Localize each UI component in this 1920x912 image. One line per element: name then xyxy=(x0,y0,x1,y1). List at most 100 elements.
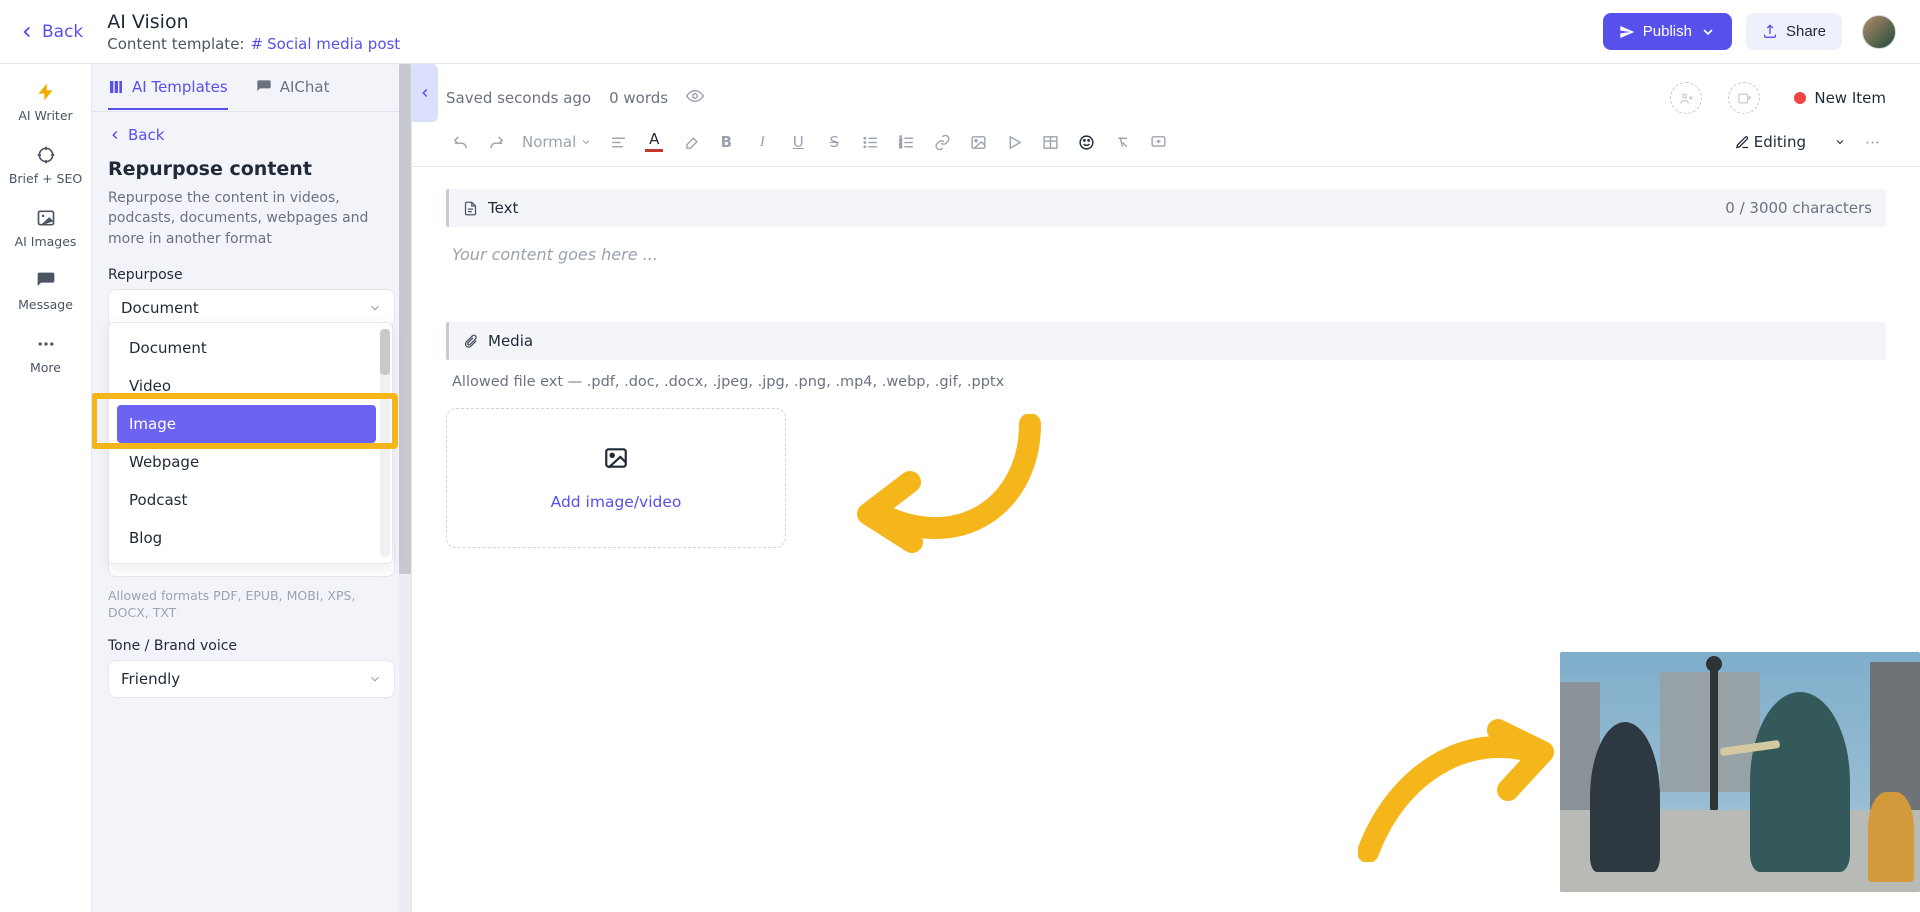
rail-brief-seo[interactable]: Brief + SEO xyxy=(0,145,91,186)
collapse-panel-handle[interactable] xyxy=(412,64,438,122)
number-list-icon: 123 xyxy=(898,134,915,151)
clear-format-button[interactable] xyxy=(1108,128,1136,156)
tab-ai-chat[interactable]: AIChat xyxy=(256,66,330,110)
template-label: Content template: xyxy=(107,35,244,53)
emoji-button[interactable] xyxy=(1072,128,1100,156)
text-color-button[interactable]: A xyxy=(640,128,668,156)
example-thumbnail xyxy=(1560,652,1920,892)
chevron-down-icon xyxy=(580,136,592,148)
title-block: AI Vision Content template: # Social med… xyxy=(107,11,400,53)
back-label: Back xyxy=(42,22,83,42)
rail-ai-writer[interactable]: AI Writer xyxy=(0,82,91,123)
share-button[interactable]: Share xyxy=(1746,13,1842,50)
text-block: Text 0 / 3000 characters Your content go… xyxy=(446,189,1886,282)
table-icon xyxy=(1042,134,1059,151)
chat-icon xyxy=(36,271,56,291)
publish-button[interactable]: Publish xyxy=(1603,13,1732,50)
avatar[interactable] xyxy=(1862,15,1896,49)
template-link[interactable]: # Social media post xyxy=(250,35,400,53)
user-plus-icon xyxy=(1679,91,1694,106)
strikethrough-button[interactable]: S xyxy=(820,128,848,156)
emoji-icon xyxy=(1078,134,1095,151)
redo-icon xyxy=(488,134,505,151)
bold-button[interactable]: B xyxy=(712,128,740,156)
video-button[interactable] xyxy=(1000,128,1028,156)
media-block-title: Media xyxy=(488,332,533,350)
status-dot-icon xyxy=(1794,92,1806,104)
panel-heading: Repurpose content xyxy=(108,158,395,180)
new-item-status[interactable]: New Item xyxy=(1794,89,1886,107)
back-button[interactable]: Back xyxy=(18,22,83,42)
undo-button[interactable] xyxy=(446,128,474,156)
overflow-menu-button[interactable] xyxy=(1858,128,1886,156)
allowed-formats-note: Allowed formats PDF, EPUB, MOBI, XPS, DO… xyxy=(108,587,395,622)
dropdown-option-video[interactable]: Video xyxy=(117,367,376,405)
image-icon xyxy=(970,134,987,151)
repurpose-label: Repurpose xyxy=(108,267,395,283)
text-block-title: Text xyxy=(488,199,518,217)
image-icon xyxy=(603,445,629,471)
rail-ai-images[interactable]: AI Images xyxy=(0,208,91,249)
file-text-icon xyxy=(463,201,478,216)
link-button[interactable] xyxy=(928,128,956,156)
rail-more[interactable]: More xyxy=(0,334,91,375)
panel-scrollbar[interactable] xyxy=(399,64,411,912)
tone-select[interactable]: Friendly xyxy=(108,660,395,698)
editor-toolbar: Normal A B I U S 123 Editing xyxy=(412,124,1920,167)
target-icon xyxy=(36,145,56,165)
send-icon xyxy=(1619,24,1635,40)
dots-icon xyxy=(36,334,56,354)
chevron-down-icon xyxy=(1834,136,1846,148)
paragraph-style-select[interactable]: Normal xyxy=(518,133,596,151)
text-content-input[interactable]: Your content goes here ... xyxy=(446,227,1886,282)
dropdown-option-document[interactable]: Document xyxy=(117,329,376,367)
highlight-button[interactable] xyxy=(676,128,704,156)
preview-button[interactable] xyxy=(686,87,704,109)
highlighter-icon xyxy=(682,134,699,151)
chevron-down-icon xyxy=(368,672,382,686)
dropdown-option-podcast[interactable]: Podcast xyxy=(117,481,376,519)
upload-icon xyxy=(1762,24,1778,40)
number-list-button[interactable]: 123 xyxy=(892,128,920,156)
image-icon xyxy=(36,208,56,228)
dropdown-scrollbar[interactable] xyxy=(380,329,390,557)
table-button[interactable] xyxy=(1036,128,1064,156)
panel-back-button[interactable]: Back xyxy=(108,126,395,144)
italic-button[interactable]: I xyxy=(748,128,776,156)
hash-icon: # xyxy=(250,35,263,53)
comment-button[interactable] xyxy=(1144,128,1172,156)
redo-button[interactable] xyxy=(482,128,510,156)
chat-bubble-icon xyxy=(256,79,272,95)
add-collaborator-button[interactable] xyxy=(1670,82,1702,114)
ai-panel: AI Templates AIChat Back Repurpose conte… xyxy=(92,64,412,912)
tab-ai-templates[interactable]: AI Templates xyxy=(108,66,228,110)
bullet-list-button[interactable] xyxy=(856,128,884,156)
character-counter: 0 / 3000 characters xyxy=(1725,199,1872,217)
chevron-left-icon xyxy=(18,23,36,41)
dropdown-option-blog[interactable]: Blog xyxy=(117,519,376,557)
rail-message[interactable]: Message xyxy=(0,271,91,312)
dropdown-option-image[interactable]: Image xyxy=(117,405,376,443)
bullet-list-icon xyxy=(862,134,879,151)
media-allowed-note: Allowed file ext — .pdf, .doc, .docx, .j… xyxy=(446,360,1886,394)
undo-icon xyxy=(452,134,469,151)
comment-icon xyxy=(1150,134,1167,151)
underline-button[interactable]: U xyxy=(784,128,812,156)
templates-icon xyxy=(108,79,124,95)
chevron-down-icon xyxy=(368,301,382,315)
chevron-left-icon xyxy=(418,86,432,100)
repurpose-dropdown: Document Video Image Webpage Podcast Blo… xyxy=(108,322,393,564)
dots-icon xyxy=(1864,134,1881,151)
saved-status: Saved seconds ago xyxy=(446,89,591,107)
tone-label: Tone / Brand voice xyxy=(108,638,395,654)
dropdown-option-webpage[interactable]: Webpage xyxy=(117,443,376,481)
image-button[interactable] xyxy=(964,128,992,156)
editing-mode-select[interactable]: Editing xyxy=(1731,133,1850,151)
align-button[interactable] xyxy=(604,128,632,156)
bolt-icon xyxy=(36,82,56,102)
add-media-button[interactable] xyxy=(1728,82,1760,114)
media-block: Media Allowed file ext — .pdf, .doc, .do… xyxy=(446,322,1886,548)
upload-dropzone[interactable]: Add image/video xyxy=(446,408,786,548)
clear-format-icon xyxy=(1114,134,1131,151)
eye-icon xyxy=(686,87,704,105)
